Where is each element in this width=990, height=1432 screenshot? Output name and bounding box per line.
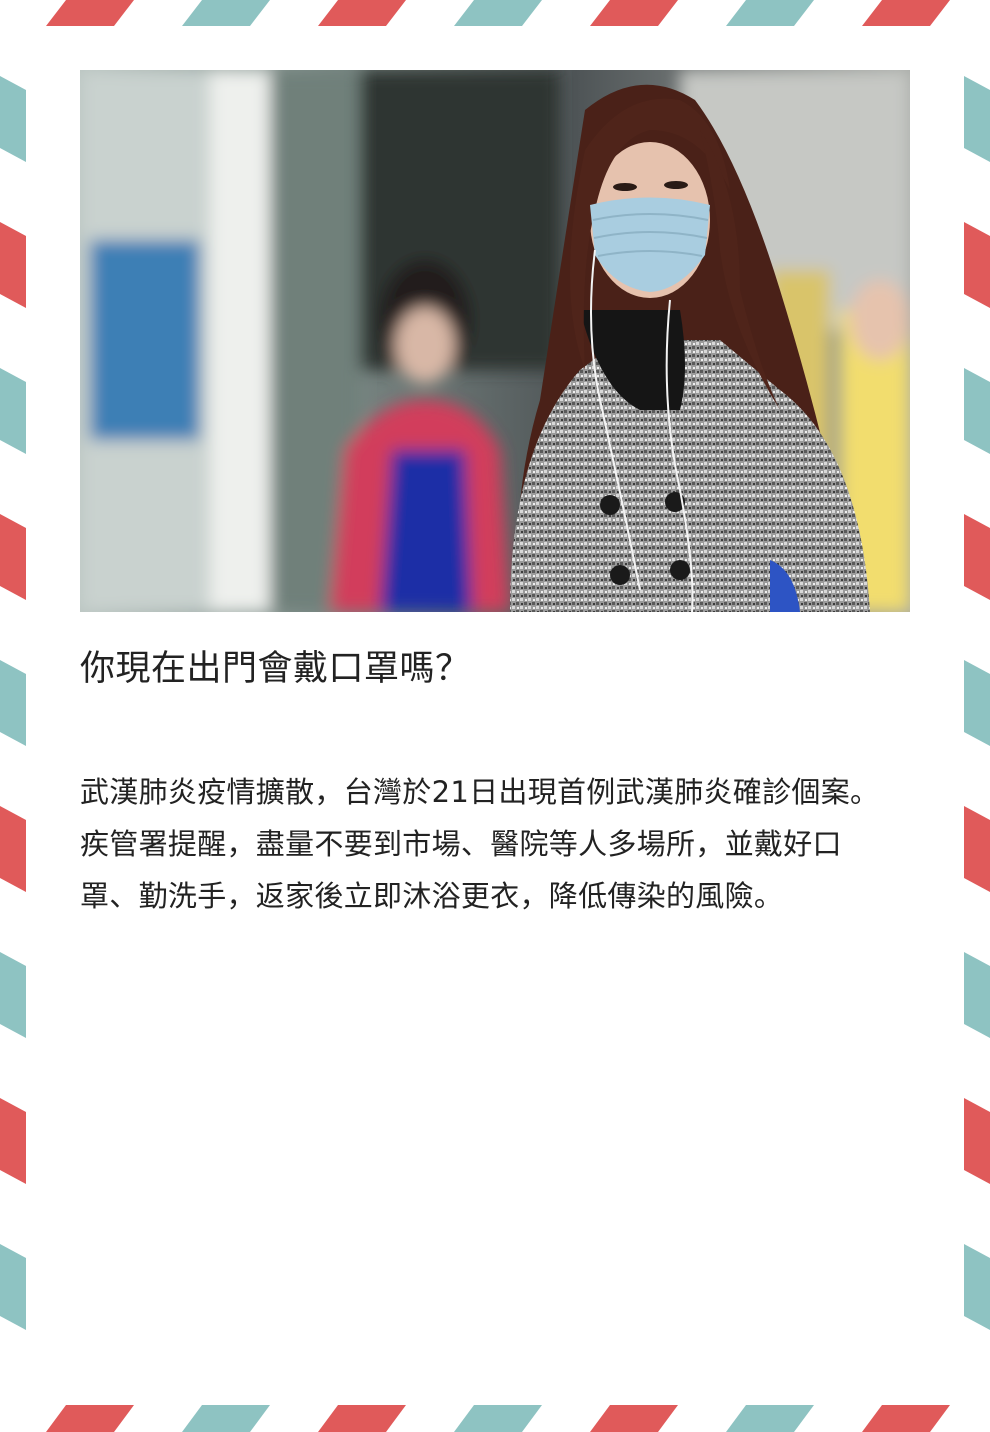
border-stripe-right bbox=[964, 1098, 990, 1184]
border-stripe-bottom bbox=[182, 1405, 270, 1432]
border-stripe-right bbox=[964, 368, 990, 454]
border-stripe-right bbox=[964, 222, 990, 308]
border-stripe-bottom bbox=[46, 1405, 134, 1432]
article-title: 你現在出門會戴口罩嗎？ bbox=[80, 649, 471, 689]
border-stripe-left bbox=[0, 806, 26, 892]
border-stripe-top bbox=[454, 0, 542, 26]
border-stripe-left bbox=[0, 76, 26, 162]
masked-woman-illustration bbox=[80, 70, 910, 612]
border-stripe-right bbox=[964, 660, 990, 746]
border-stripe-bottom bbox=[726, 1405, 814, 1432]
border-stripe-left bbox=[0, 1098, 26, 1184]
border-stripe-left bbox=[0, 514, 26, 600]
article-photo bbox=[80, 70, 910, 612]
border-stripe-left bbox=[0, 660, 26, 746]
border-stripe-bottom bbox=[318, 1405, 406, 1432]
border-stripe-top bbox=[862, 0, 950, 26]
border-stripe-top bbox=[46, 0, 134, 26]
border-stripe-top bbox=[182, 0, 270, 26]
border-stripe-left bbox=[0, 222, 26, 308]
border-stripe-right bbox=[964, 514, 990, 600]
border-stripe-bottom bbox=[862, 1405, 950, 1432]
border-stripe-left bbox=[0, 952, 26, 1038]
border-stripe-top bbox=[590, 0, 678, 26]
border-stripe-left bbox=[0, 368, 26, 454]
border-stripe-bottom bbox=[590, 1405, 678, 1432]
border-stripe-right bbox=[964, 952, 990, 1038]
border-stripe-right bbox=[964, 1244, 990, 1330]
border-stripe-top bbox=[318, 0, 406, 26]
border-stripe-left bbox=[0, 1244, 26, 1330]
border-stripe-bottom bbox=[454, 1405, 542, 1432]
border-stripe-right bbox=[964, 76, 990, 162]
article-body: 武漢肺炎疫情擴散，台灣於21日出現首例武漢肺炎確診個案。疾管署提醒，盡量不要到市… bbox=[80, 775, 880, 913]
border-stripe-top bbox=[726, 0, 814, 26]
border-stripe-right bbox=[964, 806, 990, 892]
